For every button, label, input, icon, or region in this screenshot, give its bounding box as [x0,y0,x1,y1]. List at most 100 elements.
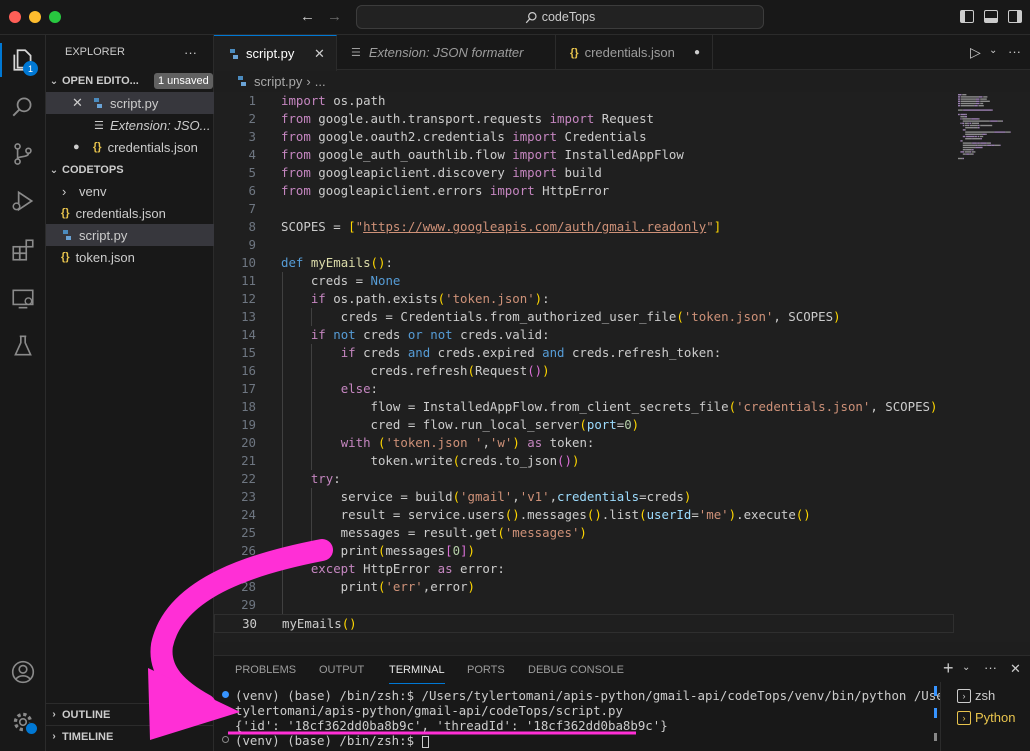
code-line[interactable]: 21 token.write(creds.to_json()) [214,452,954,470]
extensions-icon[interactable] [8,235,38,265]
tab-extension-json-formatter[interactable]: ☰ Extension: JSON formatter [337,35,556,70]
unsaved-dot-icon[interactable]: ● [73,141,93,153]
terminal-item-zsh[interactable]: › zsh [957,688,995,703]
code-line[interactable]: 1 import os.path [214,92,954,110]
code-line[interactable]: 7 [214,200,954,218]
code-line[interactable]: 16 creds.refresh(Request()) [214,362,954,380]
close-window-button[interactable] [9,11,21,23]
code-line[interactable]: 17 else: [214,380,954,398]
more-actions-icon[interactable]: ··· [184,45,197,60]
search-icon[interactable] [8,92,38,122]
code-line[interactable]: 24 result = service.users().messages().l… [214,506,954,524]
account-icon[interactable] [8,657,38,687]
code-line[interactable]: 23 service = build('gmail','v1',credenti… [214,488,954,506]
testing-icon[interactable] [8,331,38,361]
code-token: , [549,489,558,504]
code-token: import [512,165,558,180]
code-line[interactable]: 26 print(messages[0]) [214,542,954,560]
back-arrow-icon[interactable]: ← [300,8,315,25]
code-line[interactable]: 30 myEmails() [214,614,954,633]
panel-tab-output[interactable]: OUTPUT [319,656,364,684]
code-line[interactable]: 18 flow = InstalledAppFlow.from_client_s… [214,398,954,416]
tab-credentials-json[interactable]: {} credentials.json ● [556,35,713,70]
panel-tab-problems[interactable]: PROBLEMS [235,656,296,684]
minimap-mark [985,133,986,135]
minimize-window-button[interactable] [29,11,41,23]
code-line[interactable]: 20 with ('token.json ','w') as token: [214,434,954,452]
code-token: token: [542,435,595,450]
breadcrumb-rest[interactable]: ... [315,74,326,89]
toggle-secondary-sidebar-icon[interactable] [1008,10,1022,23]
open-editor-item-script[interactable]: ✕ script.py [46,92,214,114]
chevron-down-icon[interactable]: ⌄ [962,662,970,673]
minimap-mark [964,116,967,118]
close-icon[interactable]: ✕ [72,95,92,111]
command-center-search[interactable]: codeTops [356,5,764,29]
panel-tab-terminal[interactable]: TERMINAL [389,656,445,684]
toggle-panel-icon[interactable] [984,10,998,23]
file-item-script[interactable]: script.py [46,224,214,246]
code-line[interactable]: 4 from google_auth_oauthlib.flow import I… [214,146,954,164]
code-editor[interactable]: 1 import os.path 2 from google.auth.transpo… [214,92,954,642]
codetops-folder-section[interactable]: ⌄ CODETOPS [46,159,214,181]
code-text: from google_auth_oauthlib.flow import In… [281,146,684,164]
code-line[interactable]: 22 try: [214,470,954,488]
code-line[interactable]: 9 [214,236,954,254]
code-line[interactable]: 19 cred = flow.run_local_server(port=0) [214,416,954,434]
code-line[interactable]: 11 creds = None [214,272,954,290]
code-line[interactable]: 8 SCOPES = ["https://www.googleapis.com/a… [214,218,954,236]
code-line[interactable]: 25 messages = result.get('messages') [214,524,954,542]
open-editor-item-extension[interactable]: ☰ Extension: JSO... [46,114,214,136]
remote-explorer-icon[interactable] [8,284,38,314]
file-item-token[interactable]: {} token.json [46,246,214,268]
code-line[interactable]: 6 from googleapiclient.errors import Http… [214,182,954,200]
code-line[interactable]: 27 except HttpError as error: [214,560,954,578]
timeline-section[interactable]: › TIMELINE [46,725,214,747]
line-number: 18 [241,399,256,414]
file-item-venv[interactable]: › venv [46,180,214,202]
terminal-prompt-line[interactable]: (venv) (base) /bin/zsh:$ [235,733,429,748]
close-icon[interactable]: ✕ [314,46,325,62]
python-file-icon [238,76,246,86]
code-line[interactable]: 3 from google.oauth2.credentials import C… [214,128,954,146]
new-terminal-plus-icon[interactable]: + [943,658,954,679]
code-line[interactable]: 10 def myEmails(): [214,254,954,272]
code-line[interactable]: 2 from google.auth.transport.requests imp… [214,110,954,128]
code-text: myEmails() [282,615,357,633]
explorer-icon[interactable]: 1 [8,45,38,76]
close-panel-icon[interactable]: ✕ [1010,661,1021,677]
more-actions-icon[interactable]: ··· [984,660,997,675]
code-line[interactable]: 5 from googleapiclient.discovery import b… [214,164,954,182]
manage-gear-icon[interactable] [8,707,38,737]
source-control-icon[interactable] [8,139,38,169]
code-token: if [340,345,356,360]
run-debug-icon[interactable] [8,186,38,216]
minimap-mark [994,131,1006,133]
code-line[interactable]: 14 if not creds or not creds.valid: [214,326,954,344]
code-text: creds = None [281,272,401,290]
open-editors-section[interactable]: ⌄ OPEN EDITO... 1 unsaved [46,70,214,92]
minimap[interactable] [954,92,1030,642]
forward-arrow-icon[interactable]: → [327,8,342,25]
code-line[interactable]: 29 [214,596,954,614]
search-icon [525,11,537,23]
code-line[interactable]: 15 if creds and creds.expired and creds.… [214,344,954,362]
toggle-sidebar-icon[interactable] [960,10,974,23]
code-line[interactable]: 28 print('err',error) [214,578,954,596]
open-editor-item-credentials[interactable]: ● {} credentials.json [46,136,214,158]
code-line[interactable]: 12 if os.path.exists('token.json'): [214,290,954,308]
run-python-file-icon[interactable]: ▷ [970,44,981,61]
panel-tab-ports[interactable]: PORTS [467,656,505,684]
minimap-mark [962,146,976,149]
code-line[interactable]: 13 creds = Credentials.from_authorized_u… [214,308,954,326]
file-item-credentials[interactable]: {} credentials.json [46,202,214,224]
unsaved-dot-icon[interactable]: ● [694,47,700,58]
breadcrumb-file[interactable]: script.py [254,74,302,89]
maximize-window-button[interactable] [49,11,61,23]
more-actions-icon[interactable]: ··· [1008,44,1021,59]
tab-script-py[interactable]: script.py ✕ [214,35,337,71]
terminal-item-python[interactable]: › Python [957,710,1015,725]
panel-tab-debug-console[interactable]: DEBUG CONSOLE [528,656,624,684]
chevron-down-icon[interactable]: ⌄ [989,45,997,56]
outline-section[interactable]: › OUTLINE [46,703,214,725]
